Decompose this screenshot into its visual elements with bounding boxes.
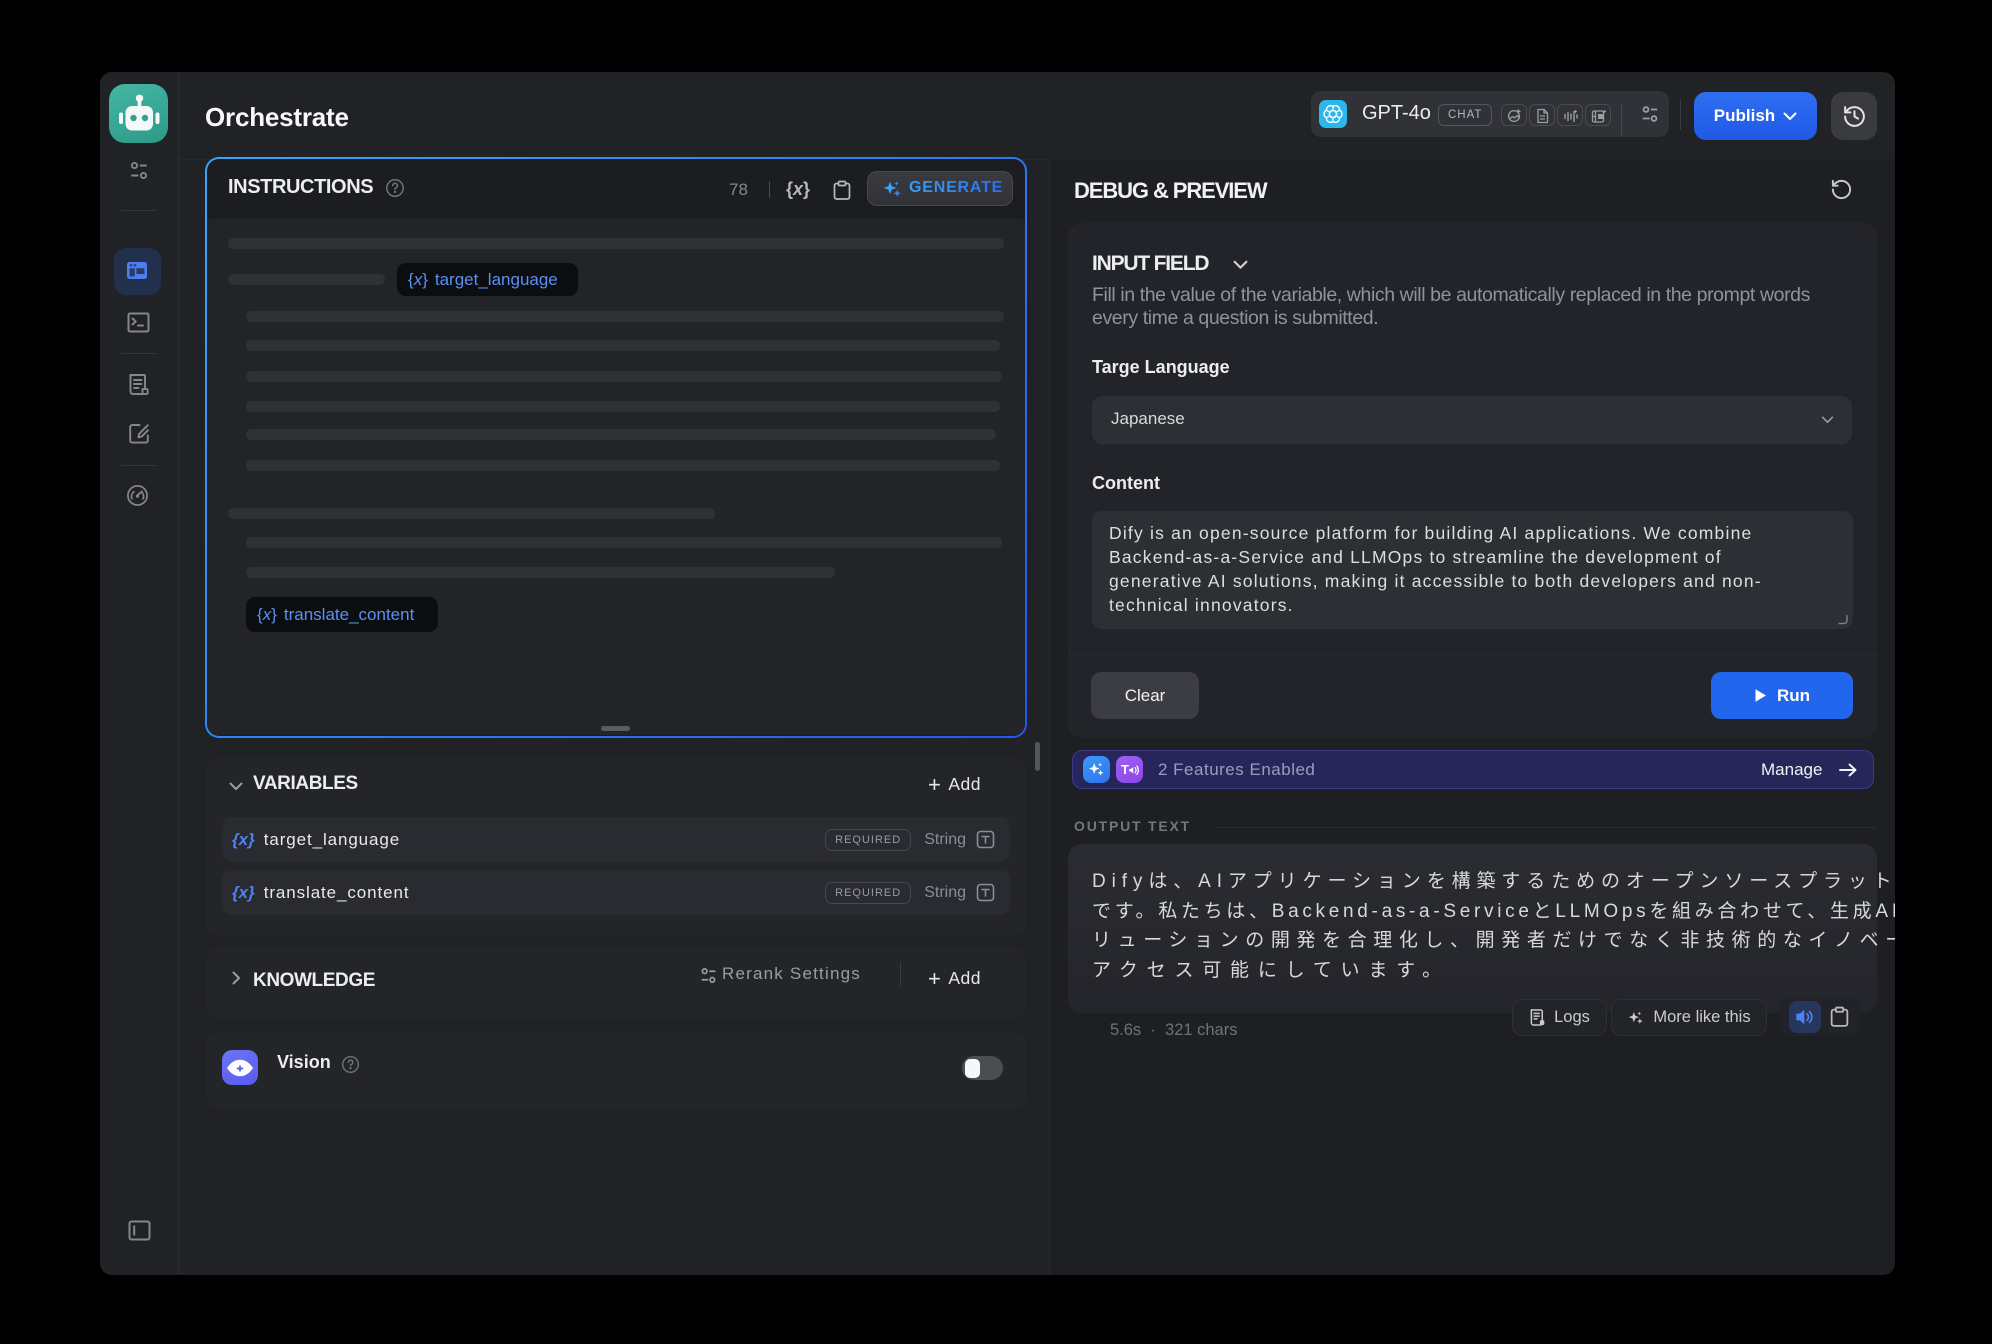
svg-text:T: T (1121, 762, 1129, 777)
